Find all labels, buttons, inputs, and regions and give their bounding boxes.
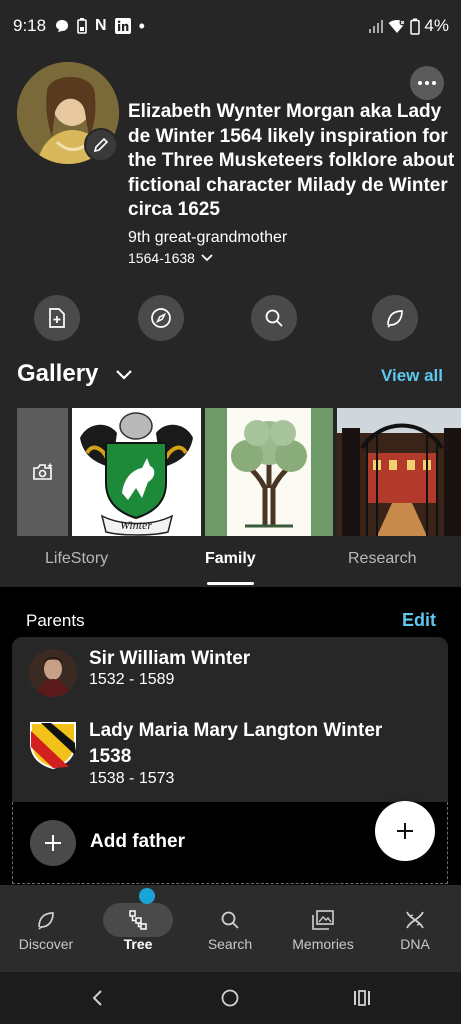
father-name: Sir William Winter: [89, 648, 251, 669]
battery-saver-icon: [77, 18, 87, 34]
profile-header: Elizabeth Wynter Morgan aka Lady de Wint…: [0, 50, 461, 295]
nav-tree-label: Tree: [123, 936, 153, 952]
add-father-label: Add father: [90, 831, 185, 852]
back-icon[interactable]: [91, 990, 103, 1006]
nav-tree[interactable]: Tree: [92, 885, 184, 972]
tab-research[interactable]: Research: [348, 550, 416, 568]
nav-discover[interactable]: Discover: [0, 885, 92, 972]
home-icon[interactable]: [221, 989, 239, 1007]
nav-dna-label: DNA: [400, 936, 430, 952]
svg-text:Winter: Winter: [120, 518, 152, 532]
leaf-icon: [387, 310, 403, 328]
nav-discover-label: Discover: [18, 936, 74, 952]
gallery-item-tree[interactable]: [205, 408, 333, 536]
add-document-icon: [49, 308, 65, 328]
compass-icon: [151, 308, 171, 328]
battery-percent: 4%: [424, 16, 449, 35]
relationship-label: 9th great-grandmother: [128, 229, 288, 246]
father-dates: 1532 - 1589: [89, 671, 175, 688]
hints-button[interactable]: [372, 295, 418, 341]
bottom-navigation: Discover Tree Search Memories DNA: [0, 885, 461, 972]
tree-notification-dot: [139, 888, 155, 904]
gallery-item-manor-gate[interactable]: [337, 408, 461, 536]
wifi-icon: [388, 19, 406, 33]
edit-parents-link[interactable]: Edit: [402, 610, 436, 631]
more-dots-icon: [418, 81, 436, 85]
profile-tabs: LifeStory Family Research: [0, 542, 461, 586]
view-all-link[interactable]: View all: [381, 366, 443, 386]
search-icon: [265, 309, 283, 327]
lifespan-toggle[interactable]: 1564-1638: [128, 250, 213, 266]
chevron-down-icon: [201, 254, 213, 262]
nav-search[interactable]: Search: [184, 885, 276, 972]
profile-name: Elizabeth Wynter Morgan aka Lady de Wint…: [128, 101, 455, 220]
mother-dates: 1538 - 1573: [89, 770, 175, 787]
gallery-title[interactable]: Gallery: [17, 360, 98, 388]
battery-icon: [410, 18, 421, 35]
active-tab-indicator: [207, 582, 254, 585]
parent-row-mother[interactable]: Lady Maria Mary Langton Winter 1538 1538…: [12, 709, 448, 801]
nav-memories-label: Memories: [292, 936, 354, 952]
mother-name: Lady Maria Mary Langton Winter 1538: [89, 720, 383, 767]
manor-gate-image: [337, 408, 461, 536]
nav-dna[interactable]: DNA: [369, 885, 461, 972]
status-bar: 9:18 N • 4%: [0, 0, 461, 50]
tab-family[interactable]: Family: [205, 550, 256, 568]
edit-photo-button[interactable]: [84, 128, 118, 162]
add-record-button[interactable]: [34, 295, 80, 341]
father-avatar: [29, 649, 77, 697]
coat-of-arms-image: Winter: [72, 408, 201, 536]
signal-icon: [369, 20, 384, 33]
parent-row-father[interactable]: Sir William Winter 1532 - 1589: [12, 637, 448, 707]
search-icon: [195, 903, 265, 937]
more-notifications-dot: •: [138, 16, 145, 36]
chat-bubble-icon: [56, 20, 68, 32]
parents-card: Sir William Winter 1532 - 1589 Lady Mari…: [12, 637, 448, 802]
search-records-button[interactable]: [251, 295, 297, 341]
add-photo-button[interactable]: [17, 408, 68, 536]
more-options-button[interactable]: [410, 66, 444, 100]
tab-lifestory[interactable]: LifeStory: [45, 550, 108, 568]
tree-icon: [103, 903, 173, 937]
gallery-strip: Winter: [17, 408, 461, 536]
recents-icon[interactable]: [353, 990, 371, 1006]
parents-section-label: Parents: [26, 611, 85, 630]
plus-icon: [45, 835, 61, 851]
notification-icons: N •: [55, 17, 145, 35]
tree-image: [205, 408, 333, 536]
pencil-icon: [93, 137, 109, 153]
add-father-plus-button[interactable]: [30, 820, 76, 866]
netflix-icon: N: [95, 17, 107, 34]
linkedin-icon: [114, 18, 131, 34]
leaf-chat-icon: [11, 903, 81, 937]
explore-button[interactable]: [138, 295, 184, 341]
plus-icon: [397, 823, 413, 839]
lifespan-text: 1564-1638: [128, 250, 195, 266]
photos-icon: [288, 903, 358, 937]
camera-add-icon: [32, 463, 52, 480]
system-status: 4%: [368, 16, 449, 36]
mother-avatar: [29, 721, 77, 769]
nav-search-label: Search: [207, 936, 253, 952]
gallery-chevron-down-icon[interactable]: [114, 368, 134, 382]
gallery-item-coat-of-arms[interactable]: Winter: [72, 408, 201, 536]
floating-add-button[interactable]: [375, 801, 435, 861]
status-time: 9:18: [13, 16, 47, 35]
nav-memories[interactable]: Memories: [277, 885, 369, 972]
quick-actions: [0, 295, 461, 341]
system-navigation-bar: [0, 972, 461, 1024]
dna-icon: [380, 903, 450, 937]
